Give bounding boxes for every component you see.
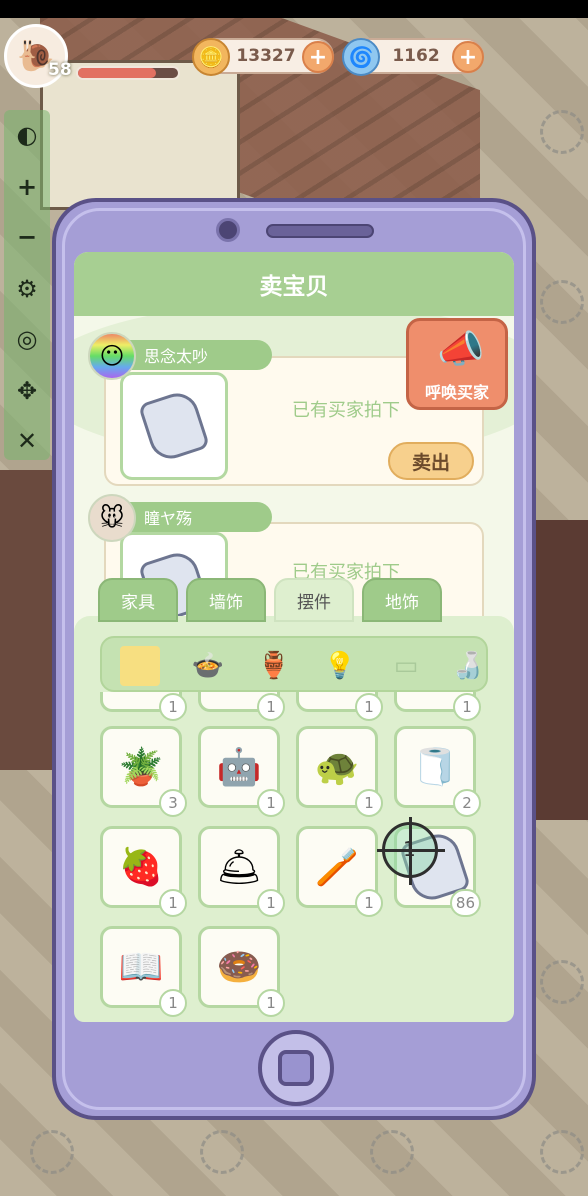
megaphone-icon: 📣 bbox=[437, 327, 485, 371]
seller-avatar[interactable]: 🐭 bbox=[88, 494, 136, 542]
zoom-in-icon[interactable]: + bbox=[12, 172, 42, 202]
coin-counter: 🪙 13327 + bbox=[192, 38, 334, 76]
pillow-icon bbox=[137, 387, 211, 465]
item-icon: 🛎 bbox=[216, 847, 262, 888]
inventory-slot[interactable]: 🪥 1 bbox=[296, 826, 383, 917]
floor-sun-tile-icon bbox=[540, 1130, 584, 1174]
subcategory-bar: 🍲 🏺 💡 ▭ 🍶 bbox=[100, 636, 488, 692]
item-count-badge: 1 bbox=[355, 789, 383, 817]
tab-ornaments[interactable]: 摆件 bbox=[274, 578, 354, 622]
item-count-badge: 2 bbox=[453, 789, 481, 817]
inventory-slot[interactable]: 🍩 1 bbox=[198, 926, 285, 1017]
listing-item-frame[interactable] bbox=[120, 372, 228, 480]
crosshair-number: 1 bbox=[403, 837, 416, 861]
inventory-slot[interactable]: 1 bbox=[394, 692, 481, 721]
close-icon[interactable]: ✕ bbox=[12, 426, 42, 456]
coin-icon: 🪙 bbox=[192, 38, 230, 76]
item-count-badge: 1 bbox=[257, 889, 285, 917]
item-icon: 🤖 bbox=[216, 747, 262, 788]
gear-icon[interactable]: ⚙ bbox=[12, 274, 42, 304]
item-count-badge: 1 bbox=[453, 693, 481, 721]
item-icon: 📖 bbox=[118, 947, 164, 988]
tab-floor-decor[interactable]: 地饰 bbox=[362, 578, 442, 622]
inventory-slot[interactable]: 1 bbox=[198, 692, 285, 721]
toggle-icon[interactable]: ◐ bbox=[12, 120, 42, 150]
seller-avatar[interactable]: 😶 bbox=[88, 332, 136, 380]
hide-eye-icon[interactable]: ◎ bbox=[12, 324, 42, 354]
target-crosshair-icon: 1 bbox=[377, 817, 445, 885]
item-count-badge: 86 bbox=[449, 889, 481, 917]
item-icon: 🐢 bbox=[314, 747, 360, 788]
item-icon: 🍩 bbox=[216, 947, 262, 988]
screen-header: 卖宝贝 bbox=[74, 252, 514, 316]
status-bar bbox=[0, 0, 588, 18]
floor-sun-tile-icon bbox=[540, 960, 584, 1004]
floor-sun-tile-icon bbox=[30, 1130, 74, 1174]
vase-icon[interactable]: 🏺 bbox=[254, 646, 294, 686]
item-count-badge: 1 bbox=[159, 889, 187, 917]
inventory-slot[interactable]: 🍓 1 bbox=[100, 826, 187, 917]
inventory-slot[interactable]: 🤖 1 bbox=[198, 726, 285, 817]
summon-buyer-button[interactable]: 📣 呼唤买家 bbox=[406, 318, 508, 410]
screen-title: 卖宝贝 bbox=[259, 274, 329, 300]
tab-wall-decor[interactable]: 墙饰 bbox=[186, 578, 266, 622]
add-coins-button[interactable]: + bbox=[302, 41, 334, 73]
lamp-icon[interactable]: 💡 bbox=[320, 646, 360, 686]
inventory-slot[interactable]: 🛎 1 bbox=[198, 826, 285, 917]
floor-sun-tile-icon bbox=[540, 280, 584, 324]
player-level: 58 bbox=[48, 60, 72, 80]
grid-icon-mark bbox=[121, 647, 159, 685]
gem-counter: 🌀 1162 + bbox=[342, 38, 484, 76]
item-count-badge: 1 bbox=[257, 693, 285, 721]
inventory-slot[interactable]: 🪴 3 bbox=[100, 726, 187, 817]
phone-camera bbox=[216, 218, 240, 242]
energy-bar-fill bbox=[78, 68, 156, 78]
listing-status: 已有买家拍下 bbox=[292, 400, 400, 421]
inventory-slot[interactable]: 1 bbox=[296, 692, 383, 721]
floor-sun-tile-icon bbox=[200, 1130, 244, 1174]
inventory-slot[interactable]: 📖 1 bbox=[100, 926, 187, 1017]
energy-bar bbox=[76, 66, 180, 80]
item-count-badge: 1 bbox=[257, 789, 285, 817]
edit-toolstrip: ◐ + − ⚙ ◎ ✥ ✕ bbox=[4, 110, 50, 460]
item-count-badge: 1 bbox=[159, 989, 187, 1017]
inventory-slot[interactable]: 🧻 2 bbox=[394, 726, 481, 817]
house-wall bbox=[40, 60, 240, 210]
pot-icon[interactable]: 🍲 bbox=[188, 646, 228, 686]
floor-sun-tile-icon bbox=[540, 110, 584, 154]
category-tabs: 家具 墙饰 摆件 地饰 bbox=[98, 578, 442, 622]
item-icon: 🪥 bbox=[314, 847, 360, 888]
item-count-badge: 1 bbox=[257, 989, 285, 1017]
frame-icon[interactable]: ▭ bbox=[386, 646, 426, 686]
zoom-out-icon[interactable]: − bbox=[12, 222, 42, 252]
item-count-badge: 3 bbox=[159, 789, 187, 817]
item-count-badge: 1 bbox=[355, 889, 383, 917]
item-icon: 🧻 bbox=[412, 747, 458, 788]
swirl-gem-icon: 🌀 bbox=[342, 38, 380, 76]
move-arrows-icon[interactable]: ✥ bbox=[12, 376, 42, 406]
home-square-icon bbox=[278, 1050, 314, 1086]
tab-furniture[interactable]: 家具 bbox=[98, 578, 178, 622]
bottle-icon[interactable]: 🍶 bbox=[448, 646, 488, 686]
home-button[interactable] bbox=[258, 1030, 334, 1106]
item-icon: 🍓 bbox=[118, 847, 164, 888]
summon-buyer-label: 呼唤买家 bbox=[424, 383, 489, 402]
add-gems-button[interactable]: + bbox=[452, 41, 484, 73]
grid-icon[interactable] bbox=[120, 646, 160, 686]
item-count-badge: 1 bbox=[355, 693, 383, 721]
inventory-slot[interactable]: 1 bbox=[100, 692, 187, 721]
phone-speaker bbox=[266, 224, 374, 238]
item-icon: 🪴 bbox=[118, 747, 164, 788]
floor-sun-tile-icon bbox=[370, 1130, 414, 1174]
item-count-badge: 1 bbox=[159, 693, 187, 721]
inventory-slot[interactable]: 🐢 1 bbox=[296, 726, 383, 817]
sell-button[interactable]: 卖出 bbox=[388, 442, 474, 480]
